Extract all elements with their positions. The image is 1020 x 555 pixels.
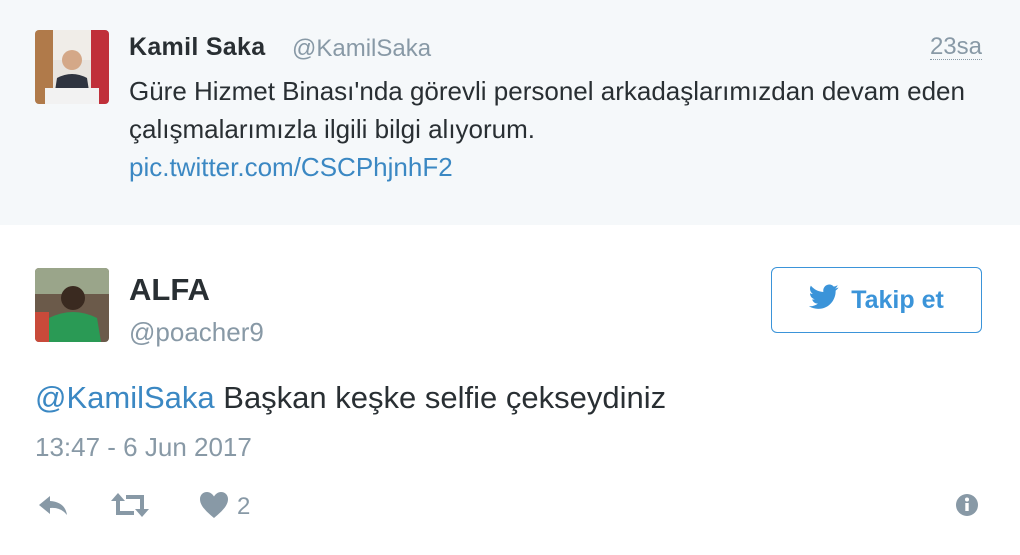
reply-icon xyxy=(37,492,69,523)
quoted-author-name[interactable]: Kamil Saka xyxy=(129,33,265,62)
quoted-media-link[interactable]: pic.twitter.com/CSCPhjnhF2 xyxy=(129,148,453,186)
avatar[interactable] xyxy=(35,30,109,104)
mention-link[interactable]: @KamilSaka xyxy=(35,380,215,415)
tweet-body: Başkan keşke selfie çekseydiniz xyxy=(214,380,667,415)
quoted-tweet-text: Güre Hizmet Binası'nda görevli personel … xyxy=(129,76,965,144)
quoted-author-handle[interactable]: @KamilSaka xyxy=(292,35,431,63)
quoted-timestamp[interactable]: 23sa xyxy=(929,35,982,60)
retweet-button[interactable] xyxy=(110,490,150,524)
follow-button[interactable]: Takip et xyxy=(771,267,982,333)
quoted-tweet[interactable]: Kamil Saka @KamilSaka 23sa Güre Hizmet B… xyxy=(0,0,1020,225)
like-button[interactable]: 2 xyxy=(199,490,250,524)
avatar[interactable] xyxy=(35,268,109,342)
info-icon xyxy=(954,492,980,523)
twitter-bird-icon xyxy=(808,284,839,317)
info-button[interactable] xyxy=(954,490,980,524)
heart-icon xyxy=(199,491,229,524)
reply-button[interactable] xyxy=(37,490,69,524)
tweet-timestamp[interactable]: 13:47 - 6 Jun 2017 xyxy=(35,432,252,463)
retweet-icon xyxy=(110,491,150,524)
author-name[interactable]: ALFA xyxy=(129,272,210,308)
follow-button-label: Takip et xyxy=(851,285,944,314)
author-handle[interactable]: @poacher9 xyxy=(129,317,264,348)
like-count: 2 xyxy=(237,493,251,520)
tweet-text: @KamilSaka Başkan keşke selfie çekseydin… xyxy=(35,380,666,416)
